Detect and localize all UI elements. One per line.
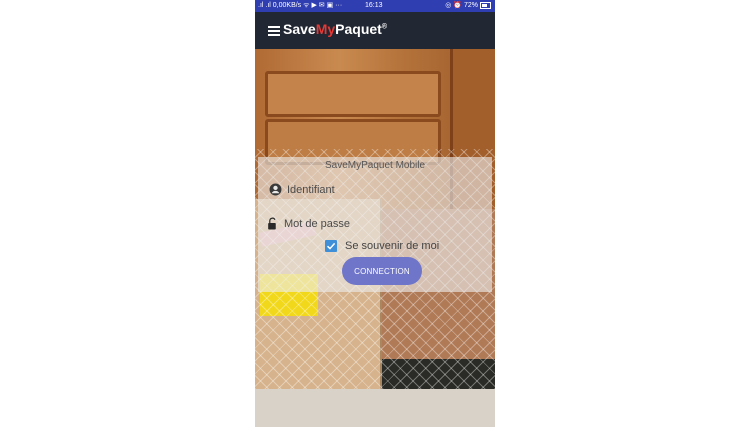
- connection-button[interactable]: CONNECTION: [342, 257, 422, 285]
- status-battery-text: ◎ ⏰ 72%: [445, 2, 478, 9]
- password-input[interactable]: [284, 215, 474, 233]
- username-row: [258, 180, 492, 200]
- status-right: ◎ ⏰ 72%: [445, 0, 491, 12]
- username-input[interactable]: [287, 181, 477, 199]
- brand-registered: ®: [381, 23, 388, 31]
- status-indicators: .ıl .ıl 0,00KB/s ᯤ ▶ ✉ ▣ ···: [258, 2, 343, 9]
- unlock-icon: [268, 217, 276, 230]
- hamburger-menu-icon[interactable]: [268, 26, 280, 36]
- phone-screen: .ıl .ıl 0,00KB/s ᯤ ▶ ✉ ▣ ··· 16:13 ◎ ⏰ 7…: [255, 0, 495, 427]
- app-brand: SaveMyPaquet®: [283, 21, 387, 37]
- login-card: SaveMyPaquet Mobile Identifiant Se souve…: [258, 157, 492, 292]
- brand-highlight: My: [315, 21, 336, 37]
- login-title: SaveMyPaquet Mobile: [324, 160, 426, 171]
- battery-icon: [480, 1, 491, 9]
- remember-label: Se souvenir de moi: [345, 240, 440, 252]
- brand-prefix: Save: [283, 21, 316, 37]
- password-row: [258, 214, 492, 234]
- brand-suffix: Paquet: [335, 21, 382, 37]
- background-photo: SaveMyPaquet Mobile Identifiant Se souve…: [255, 49, 495, 427]
- account-circle-icon: [269, 183, 282, 196]
- app-bar: SaveMyPaquet®: [255, 12, 495, 49]
- remember-checkbox[interactable]: [325, 240, 337, 252]
- status-bar: .ıl .ıl 0,00KB/s ᯤ ▶ ✉ ▣ ··· 16:13 ◎ ⏰ 7…: [255, 0, 495, 12]
- check-icon: [326, 242, 336, 250]
- status-time: 16:13: [365, 2, 383, 9]
- floor-image: [255, 389, 495, 427]
